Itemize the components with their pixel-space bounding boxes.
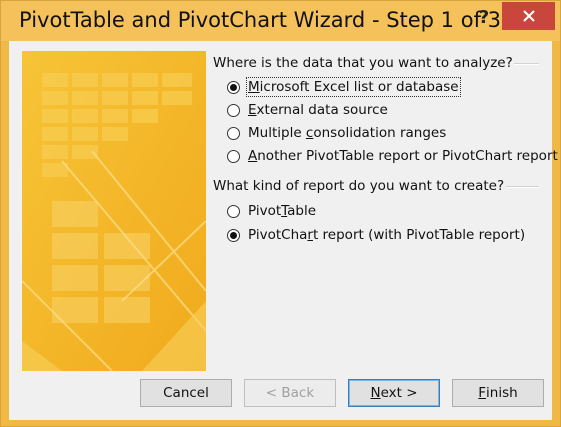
report-kind-question: What kind of report do you want to creat… — [213, 178, 505, 194]
data-source-separator — [514, 63, 539, 65]
option-consolidation-ranges[interactable]: Multiple consolidation ranges — [227, 123, 446, 143]
option-another-report-label: Another PivotTable report or PivotChart … — [248, 148, 558, 164]
radio-pivotchart[interactable] — [227, 228, 240, 242]
title-bar: PivotTable and PivotChart Wizard - Step … — [1, 1, 560, 41]
cancel-button[interactable]: Cancel — [140, 379, 232, 407]
back-button[interactable]: < Back — [244, 379, 336, 407]
finish-button[interactable]: Finish — [452, 379, 544, 407]
option-consolidation-ranges-label: Multiple consolidation ranges — [248, 125, 447, 141]
radio-external-source[interactable] — [227, 103, 240, 117]
radio-excel-list[interactable] — [227, 80, 240, 94]
radio-consolidation-ranges[interactable] — [227, 126, 240, 140]
dialog-body: Where is the data that you want to analy… — [9, 41, 558, 420]
wizard-banner-image — [22, 51, 206, 371]
close-button[interactable] — [502, 2, 555, 30]
option-pivotchart[interactable]: PivotChart report (with PivotTable repor… — [227, 225, 525, 245]
help-button[interactable]: ? — [472, 5, 496, 31]
data-source-question: Where is the data that you want to analy… — [213, 55, 513, 71]
option-pivotchart-label: PivotChart report (with PivotTable repor… — [248, 227, 526, 243]
option-pivottable[interactable]: PivotTable — [227, 201, 316, 221]
option-another-report[interactable]: Another PivotTable report or PivotChart … — [227, 146, 558, 166]
wizard-window: PivotTable and PivotChart Wizard - Step … — [0, 0, 561, 427]
option-excel-list-label: Microsoft Excel list or database — [246, 77, 461, 97]
radio-another-report[interactable] — [227, 149, 240, 163]
option-external-source[interactable]: External data source — [227, 100, 388, 120]
report-kind-separator — [506, 186, 539, 188]
option-pivottable-label: PivotTable — [248, 203, 317, 219]
next-button[interactable]: Next > — [348, 379, 440, 407]
option-excel-list[interactable]: Microsoft Excel list or database — [227, 77, 461, 97]
radio-pivottable[interactable] — [227, 204, 240, 218]
option-external-source-label: External data source — [248, 102, 388, 118]
close-icon — [522, 10, 535, 22]
window-title: PivotTable and PivotChart Wizard - Step … — [19, 8, 501, 32]
